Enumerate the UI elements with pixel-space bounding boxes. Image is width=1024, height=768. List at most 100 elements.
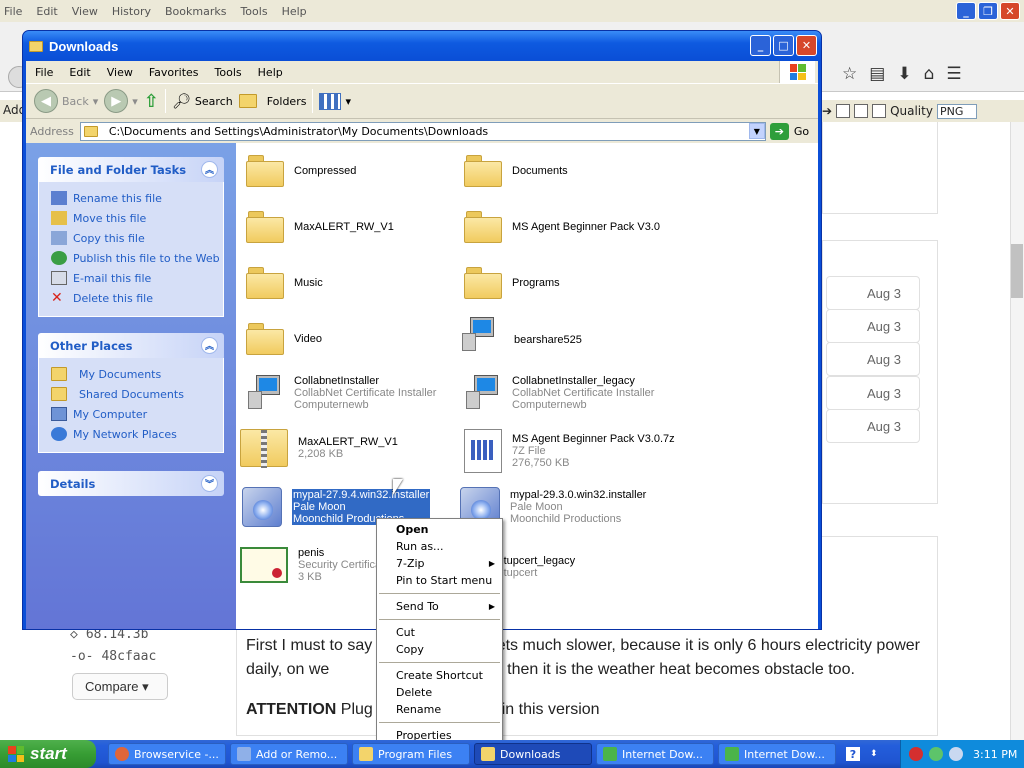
installer-icon [464, 375, 502, 411]
file-item[interactable]: bearshare525 [460, 317, 582, 363]
file-item[interactable]: penis Security Certificate 3 KB [240, 547, 390, 583]
file-item[interactable]: MaxALERT_RW_V1 2,208 KB [240, 429, 398, 468]
file-item[interactable]: CollabnetInstaller_legacy CollabNet Certi… [464, 375, 654, 411]
help-icon[interactable]: ? [846, 747, 860, 761]
folders-button[interactable]: Folders [238, 94, 306, 108]
star-icon[interactable]: ☆ [842, 64, 857, 84]
folder-item[interactable]: Documents [464, 155, 568, 187]
menu-item-pin[interactable]: Pin to Start menu [377, 572, 502, 589]
antivirus-icon[interactable] [909, 747, 923, 761]
item-name: Programs [512, 277, 560, 289]
format-select[interactable]: PNG [936, 103, 977, 119]
back-button[interactable]: ◀ Back ▾ [34, 89, 98, 113]
browser-menu-tools[interactable]: Tools [240, 5, 267, 18]
network-icon[interactable] [929, 747, 943, 761]
task-pane: File and Folder Tasks ︽ Rename this file … [26, 143, 236, 629]
hamburger-menu-icon[interactable]: ☰ [946, 64, 961, 84]
task-delete[interactable]: ✕ Delete this file [51, 288, 223, 308]
views-button[interactable]: ▾ [319, 92, 351, 110]
menu-edit[interactable]: Edit [69, 66, 90, 79]
collapse-icon[interactable]: ︽ [201, 161, 218, 178]
bookmark-icon[interactable] [836, 104, 851, 118]
menu-item-rename[interactable]: Rename [377, 701, 502, 718]
folder-item[interactable]: Programs [464, 267, 560, 299]
menu-favorites[interactable]: Favorites [149, 66, 199, 79]
browser-menu-bookmarks[interactable]: Bookmarks [165, 5, 226, 18]
menu-item-cut[interactable]: Cut [377, 624, 502, 641]
search-button[interactable]: 🔎︎ Search [172, 92, 233, 110]
menu-item-run-as[interactable]: Run as... [377, 538, 502, 555]
browser-menu-help[interactable]: Help [282, 5, 307, 18]
item-name: CollabnetInstaller [294, 375, 379, 387]
close-button[interactable]: ✕ [796, 35, 817, 56]
forward-button[interactable]: ▶ ▾ [104, 89, 138, 113]
taskbar-button[interactable]: Browservice -... [108, 743, 226, 765]
menu-help[interactable]: Help [258, 66, 283, 79]
browser-minimize-button[interactable]: _ [956, 2, 976, 20]
menu-item-open[interactable]: Open [377, 521, 502, 538]
menu-view[interactable]: View [107, 66, 133, 79]
page-scrollbar[interactable] [1010, 122, 1024, 740]
browser-menu-file[interactable]: File [4, 5, 22, 18]
place-my-computer[interactable]: My Computer [51, 404, 223, 424]
taskbar-button[interactable]: Add or Remo... [230, 743, 348, 765]
menu-item-delete[interactable]: Delete [377, 684, 502, 701]
collapse-icon[interactable]: ︽ [201, 337, 218, 354]
browser-close-button[interactable]: ✕ [1000, 2, 1020, 20]
folder-item[interactable]: Video [246, 323, 322, 355]
folder-item[interactable]: Compressed [246, 155, 356, 187]
up-button[interactable]: ⇧ [144, 91, 159, 112]
compare-button[interactable]: Compare ▾ [72, 673, 168, 700]
browser-restore-button[interactable]: ❐ [978, 2, 998, 20]
file-item[interactable]: setupcert_legacy setupcert [492, 555, 575, 579]
explorer-titlebar[interactable]: Downloads [23, 31, 821, 61]
volume-icon[interactable] [949, 747, 963, 761]
download-icon[interactable]: ⬇ [897, 64, 911, 84]
home-icon[interactable]: ⌂ [924, 64, 935, 84]
file-item[interactable]: MS Agent Beginner Pack V3.0.7z 7Z File 276… [464, 429, 675, 473]
task-publish[interactable]: Publish this file to the Web [51, 248, 223, 268]
folder-item[interactable]: MS Agent Beginner Pack V3.0 [464, 211, 660, 243]
menu-tools[interactable]: Tools [215, 66, 242, 79]
folder-item[interactable]: Music [246, 267, 323, 299]
expand-icon[interactable]: ︾ [201, 475, 218, 492]
place-my-documents[interactable]: My Documents [51, 364, 223, 384]
page-scrollbar-thumb[interactable] [1011, 244, 1023, 298]
task-move[interactable]: Move this file [51, 208, 223, 228]
browser-menu-view[interactable]: View [72, 5, 98, 18]
panel-header[interactable]: Other Places ︽ [38, 333, 224, 358]
menu-file[interactable]: File [35, 66, 53, 79]
browser-menu-edit[interactable]: Edit [36, 5, 57, 18]
browser-menu-history[interactable]: History [112, 5, 151, 18]
tray-chevron-icon[interactable]: ⬍ [870, 749, 878, 759]
task-rename[interactable]: Rename this file [51, 188, 223, 208]
place-shared-documents[interactable]: Shared Documents [51, 384, 223, 404]
task-email[interactable]: E-mail this file [51, 268, 223, 288]
start-button[interactable]: start [0, 740, 96, 768]
task-copy[interactable]: Copy this file [51, 228, 223, 248]
address-dropdown-icon[interactable]: ▼ [748, 123, 765, 139]
taskbar-button[interactable]: Program Files [352, 743, 470, 765]
menu-item-7zip[interactable]: 7-Zip ▶ [377, 555, 502, 572]
place-network[interactable]: My Network Places [51, 424, 223, 444]
taskbar-button[interactable]: Internet Dow... [718, 743, 836, 765]
menu-item-create-shortcut[interactable]: Create Shortcut [377, 667, 502, 684]
maximize-button[interactable]: □ [773, 35, 794, 56]
taskbar-button-active[interactable]: Downloads [474, 743, 592, 765]
taskbar-button[interactable]: Internet Dow... [596, 743, 714, 765]
menu-item-send-to[interactable]: Send To ▶ [377, 598, 502, 615]
minimize-button[interactable]: _ [750, 35, 771, 56]
installer-icon [242, 487, 282, 527]
print-icon[interactable] [872, 104, 887, 118]
addon-arrow-icon[interactable]: ➔ [822, 104, 832, 118]
reader-icon[interactable]: ▤ [869, 64, 885, 84]
menu-item-copy[interactable]: Copy [377, 641, 502, 658]
save-icon[interactable] [854, 104, 869, 118]
file-item[interactable]: CollabnetInstaller CollabNet Certificate … [246, 375, 436, 411]
panel-header[interactable]: Details ︾ [38, 471, 224, 496]
panel-header[interactable]: File and Folder Tasks ︽ [38, 157, 224, 182]
folder-item[interactable]: MaxALERT_RW_V1 [246, 211, 394, 243]
go-button[interactable]: ➔ Go [769, 122, 809, 140]
commit-row[interactable]: -o- 48cfaac [70, 645, 156, 667]
address-input[interactable]: C:\Documents and Settings\Administrator\… [79, 121, 766, 141]
